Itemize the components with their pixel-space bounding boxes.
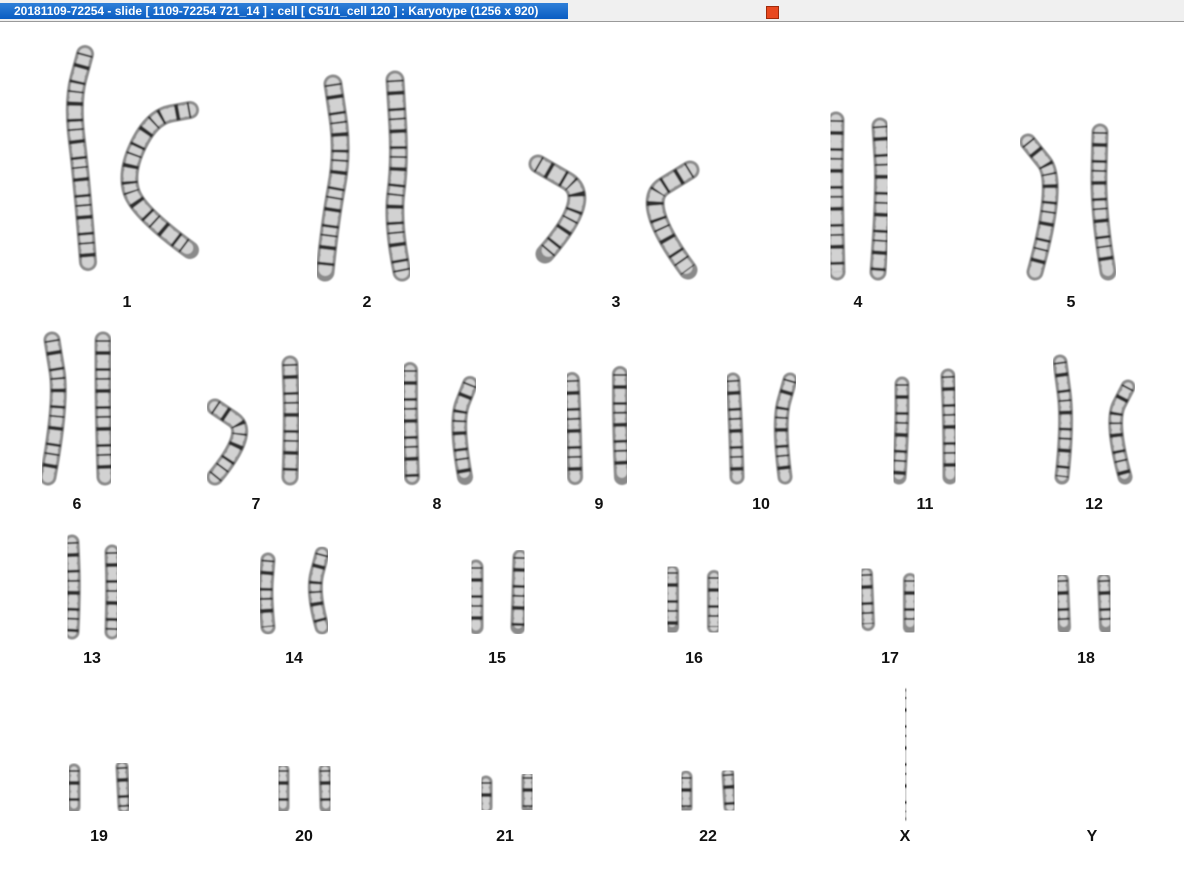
window-titlebar[interactable]: 20181109-72254 - slide [ 1109-72254 721_… (0, 0, 1184, 22)
chromosome-label-20: 20 (295, 828, 313, 845)
chromosome-pair-10[interactable] (725, 372, 798, 485)
chromosome-pair-1[interactable] (65, 45, 199, 271)
chromosome-label-21: 21 (496, 828, 514, 845)
chromatid-light-bands (899, 691, 912, 818)
chromosome-pair-15[interactable] (468, 549, 528, 635)
chromosome-pair-5[interactable] (1019, 123, 1117, 281)
chromatid-light-bands (862, 570, 872, 628)
chromosome-pair-x[interactable] (896, 688, 915, 821)
chromosome-label-11: 11 (916, 496, 934, 513)
chromosome-label-2: 2 (362, 294, 372, 311)
chromosome-pair-4[interactable] (826, 111, 891, 281)
chromosome-pair-3[interactable] (528, 154, 700, 280)
chromosome-label-15: 15 (488, 650, 506, 667)
chromosome-pair-21[interactable] (479, 770, 535, 814)
chromosome-pair-18[interactable] (1055, 573, 1113, 634)
chromosome-label-16: 16 (685, 650, 703, 667)
chromosome-label-3: 3 (611, 294, 621, 311)
chromosome-label-10: 10 (752, 496, 770, 513)
chromatid-light-bands (872, 120, 888, 278)
chromosome-label-19: 19 (90, 828, 108, 845)
chromosome-label-22: 22 (699, 828, 717, 845)
chromosome-pair-14[interactable] (258, 546, 330, 635)
chromosome-label-9: 9 (594, 496, 604, 513)
chromosome-label-17: 17 (881, 650, 899, 667)
chromosome-label-13: 13 (83, 650, 101, 667)
chromosome-pair-6[interactable] (39, 331, 114, 486)
chromosome-label-6: 6 (72, 496, 82, 513)
chromosome-label-x: X (899, 828, 911, 845)
chromosome-pair-17[interactable] (859, 567, 917, 634)
chromosome-pair-22[interactable] (679, 767, 737, 814)
karyotype-canvas: 1 2 3 4 5 6 7 8 9 10 11 12 13 14 15 16 17 18 19 20 21 22 X Y (0, 22, 1184, 879)
chromosome-pair-16[interactable] (665, 565, 721, 634)
chromosome-pair-13[interactable] (64, 534, 121, 640)
chromosome-label-7: 7 (251, 496, 261, 513)
chromosome-spread (39, 45, 1136, 821)
chromosome-label-1: 1 (122, 294, 132, 311)
chromosome-label-12: 12 (1085, 496, 1103, 513)
chromosome-label-5: 5 (1066, 294, 1076, 311)
chromosome-label-18: 18 (1077, 650, 1095, 667)
chromosome-label-4: 4 (853, 294, 863, 311)
chromatid-light-bands (284, 358, 297, 483)
chromosome-pair-19[interactable] (67, 760, 131, 814)
close-icon[interactable] (766, 6, 779, 19)
chromosome-pair-2[interactable] (315, 70, 412, 282)
chromosome-label-y: Y (1086, 828, 1098, 845)
chromatid-light-bands (513, 552, 525, 632)
chromosome-pair-8[interactable] (402, 362, 478, 485)
chromosome-label-8: 8 (432, 496, 442, 513)
chromosome-label-14: 14 (285, 650, 303, 667)
chromatid-light-bands (118, 763, 128, 811)
chromatid-light-bands (405, 365, 417, 482)
chromatid-light-bands (321, 766, 330, 811)
chromosome-pair-7[interactable] (206, 355, 300, 486)
chromosome-pair-20[interactable] (276, 763, 333, 814)
window-title: 20181109-72254 - slide [ 1109-72254 721_… (0, 3, 568, 19)
chromosome-pair-12[interactable] (1052, 354, 1136, 485)
chromatid-light-bands (261, 555, 273, 632)
chromosome-pair-11[interactable] (891, 368, 958, 485)
chromosome-pair-9[interactable] (564, 366, 630, 485)
